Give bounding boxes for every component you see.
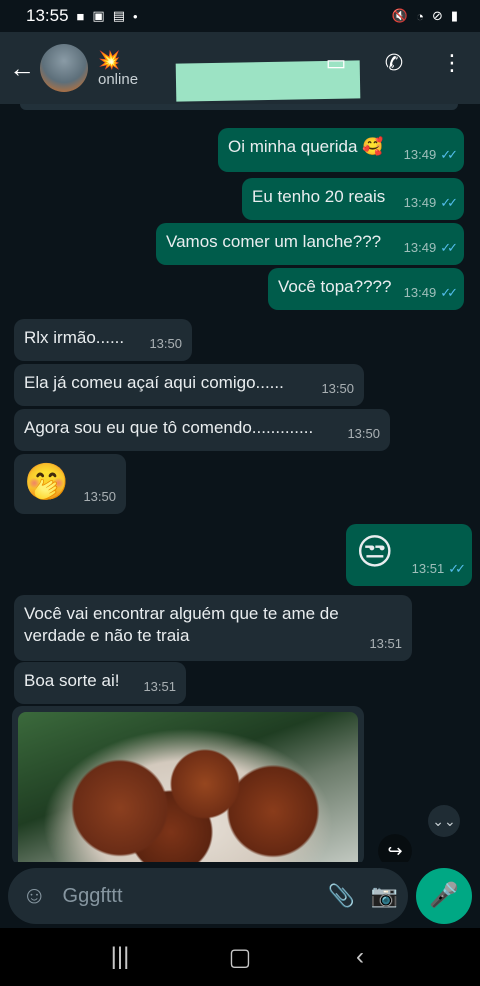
battery-icon: ▮	[450, 8, 458, 23]
message-time: 13:50	[149, 336, 182, 351]
message-meta: 13:51	[369, 633, 402, 655]
home-icon[interactable]: ▢	[220, 943, 260, 972]
message-bubble[interactable]: Rlx irmão...... 13:50	[14, 319, 192, 361]
message-emoji: 😒	[356, 531, 394, 572]
message-bubble[interactable]: Vamos comer um lanche??? 13:49 ✓✓	[156, 223, 464, 265]
message-bubble[interactable]: Você topa???? 13:49 ✓✓	[268, 268, 464, 310]
message-text: Você topa????	[278, 277, 392, 296]
message-time: 13:51	[143, 679, 176, 694]
voice-call-icon[interactable]: ✆	[382, 50, 406, 76]
message-time: 13:49	[403, 285, 437, 300]
message-time: 13:50	[347, 426, 380, 441]
message-text: Rlx irmão......	[24, 328, 125, 347]
message-meta: 13:50	[149, 333, 182, 355]
status-time: 13:55	[26, 6, 69, 25]
message-bubble[interactable]: Agora sou eu que tô comendo.............…	[14, 409, 390, 451]
microphone-icon[interactable]: 🎤	[416, 868, 472, 924]
message-time: 13:51	[411, 561, 445, 576]
camera-icon[interactable]: 📷	[371, 883, 398, 909]
message-text: Agora sou eu que tô comendo.............	[24, 418, 314, 437]
system-nav-bar: ||| ▢ ‹	[0, 928, 480, 986]
message-bubble[interactable]: Você vai encontrar alguém que te ame de …	[14, 595, 412, 661]
wifi-icon: ◔	[416, 8, 424, 24]
news-icon: ▤	[112, 8, 125, 23]
message-text: Ela já comeu açaí aqui comigo......	[24, 373, 284, 392]
message-bubble[interactable]: Boa sorte ai! 13:51	[14, 662, 186, 704]
message-text: Oi minha querida 🥰	[228, 137, 384, 156]
message-text: Você vai encontrar alguém que te ame de …	[24, 604, 339, 645]
message-meta: 13:50	[321, 378, 354, 400]
message-meta: 13:49 ✓✓	[403, 237, 458, 259]
status-bar: 13:55 ■ ▣ ▤ • 🔇 ◔ ⊘ ▮	[0, 0, 480, 32]
message-time: 13:49	[403, 195, 437, 210]
contact-info[interactable]: 💥 online	[98, 49, 138, 88]
message-meta: 13:49 ✓✓	[403, 282, 458, 304]
video-call-icon[interactable]: ▭	[324, 50, 348, 76]
message-emoji: 🤭	[24, 461, 69, 502]
mute-icon: 🔇	[391, 8, 409, 23]
message-text: Vamos comer um lanche???	[166, 232, 382, 251]
contact-status: online	[98, 70, 139, 88]
dessert-photo[interactable]	[18, 712, 358, 872]
message-meta: 13:51 ✓✓	[411, 558, 466, 580]
message-text: Eu tenho 20 reais	[252, 187, 386, 206]
nav-back-icon[interactable]: ‹	[340, 943, 380, 971]
image-message[interactable]	[12, 706, 364, 872]
message-time: 13:49	[403, 240, 437, 255]
message-bubble[interactable]: Ela já comeu açaí aqui comigo...... 13:5…	[14, 364, 364, 406]
read-ticks-icon: ✓✓	[440, 195, 458, 210]
message-bubble[interactable]: 🤭 13:50	[14, 454, 126, 514]
message-text: Boa sorte ai!	[24, 671, 120, 690]
recent-apps-icon[interactable]: |||	[100, 943, 140, 971]
message-time: 13:50	[83, 489, 116, 504]
message-bubble[interactable]: Eu tenho 20 reais 13:49 ✓✓	[242, 178, 464, 220]
message-meta: 13:49 ✓✓	[403, 192, 458, 214]
scroll-down-icon[interactable]: ⌄⌄	[428, 805, 460, 837]
dnd-icon: ⊘	[431, 8, 443, 23]
read-ticks-icon: ✓✓	[440, 147, 458, 162]
message-bubble[interactable]: Oi minha querida 🥰 13:49 ✓✓	[218, 128, 464, 172]
message-time: 13:50	[321, 381, 354, 396]
message-time: 13:49	[403, 147, 437, 162]
video-icon: ■	[76, 8, 85, 24]
back-arrow-icon[interactable]: ←	[2, 53, 42, 84]
read-ticks-icon: ✓✓	[440, 285, 458, 300]
read-ticks-icon: ✓✓	[448, 561, 466, 576]
more-options-icon[interactable]: ⋮	[440, 50, 464, 76]
input-bar: ☺ 📎 📷 🎤	[0, 862, 480, 926]
contact-name-emoji: 💥	[98, 49, 121, 70]
message-meta: 13:50	[347, 423, 380, 445]
emoji-icon[interactable]: ☺	[22, 882, 47, 910]
message-meta: 13:51	[143, 676, 176, 698]
message-input[interactable]	[62, 884, 328, 908]
message-meta: 13:50	[83, 486, 116, 508]
dot-icon: •	[133, 8, 138, 24]
avatar[interactable]	[40, 44, 88, 92]
attach-icon[interactable]: 📎	[328, 883, 355, 909]
read-ticks-icon: ✓✓	[440, 240, 458, 255]
header-actions: ▭ ✆ ⋮	[324, 50, 464, 76]
message-meta: 13:49 ✓✓	[403, 144, 458, 166]
message-bubble[interactable]: 😒 13:51 ✓✓	[346, 524, 472, 586]
image-icon: ▣	[92, 8, 105, 23]
message-time: 13:51	[369, 636, 402, 651]
message-composer: ☺ 📎 📷	[8, 868, 408, 924]
